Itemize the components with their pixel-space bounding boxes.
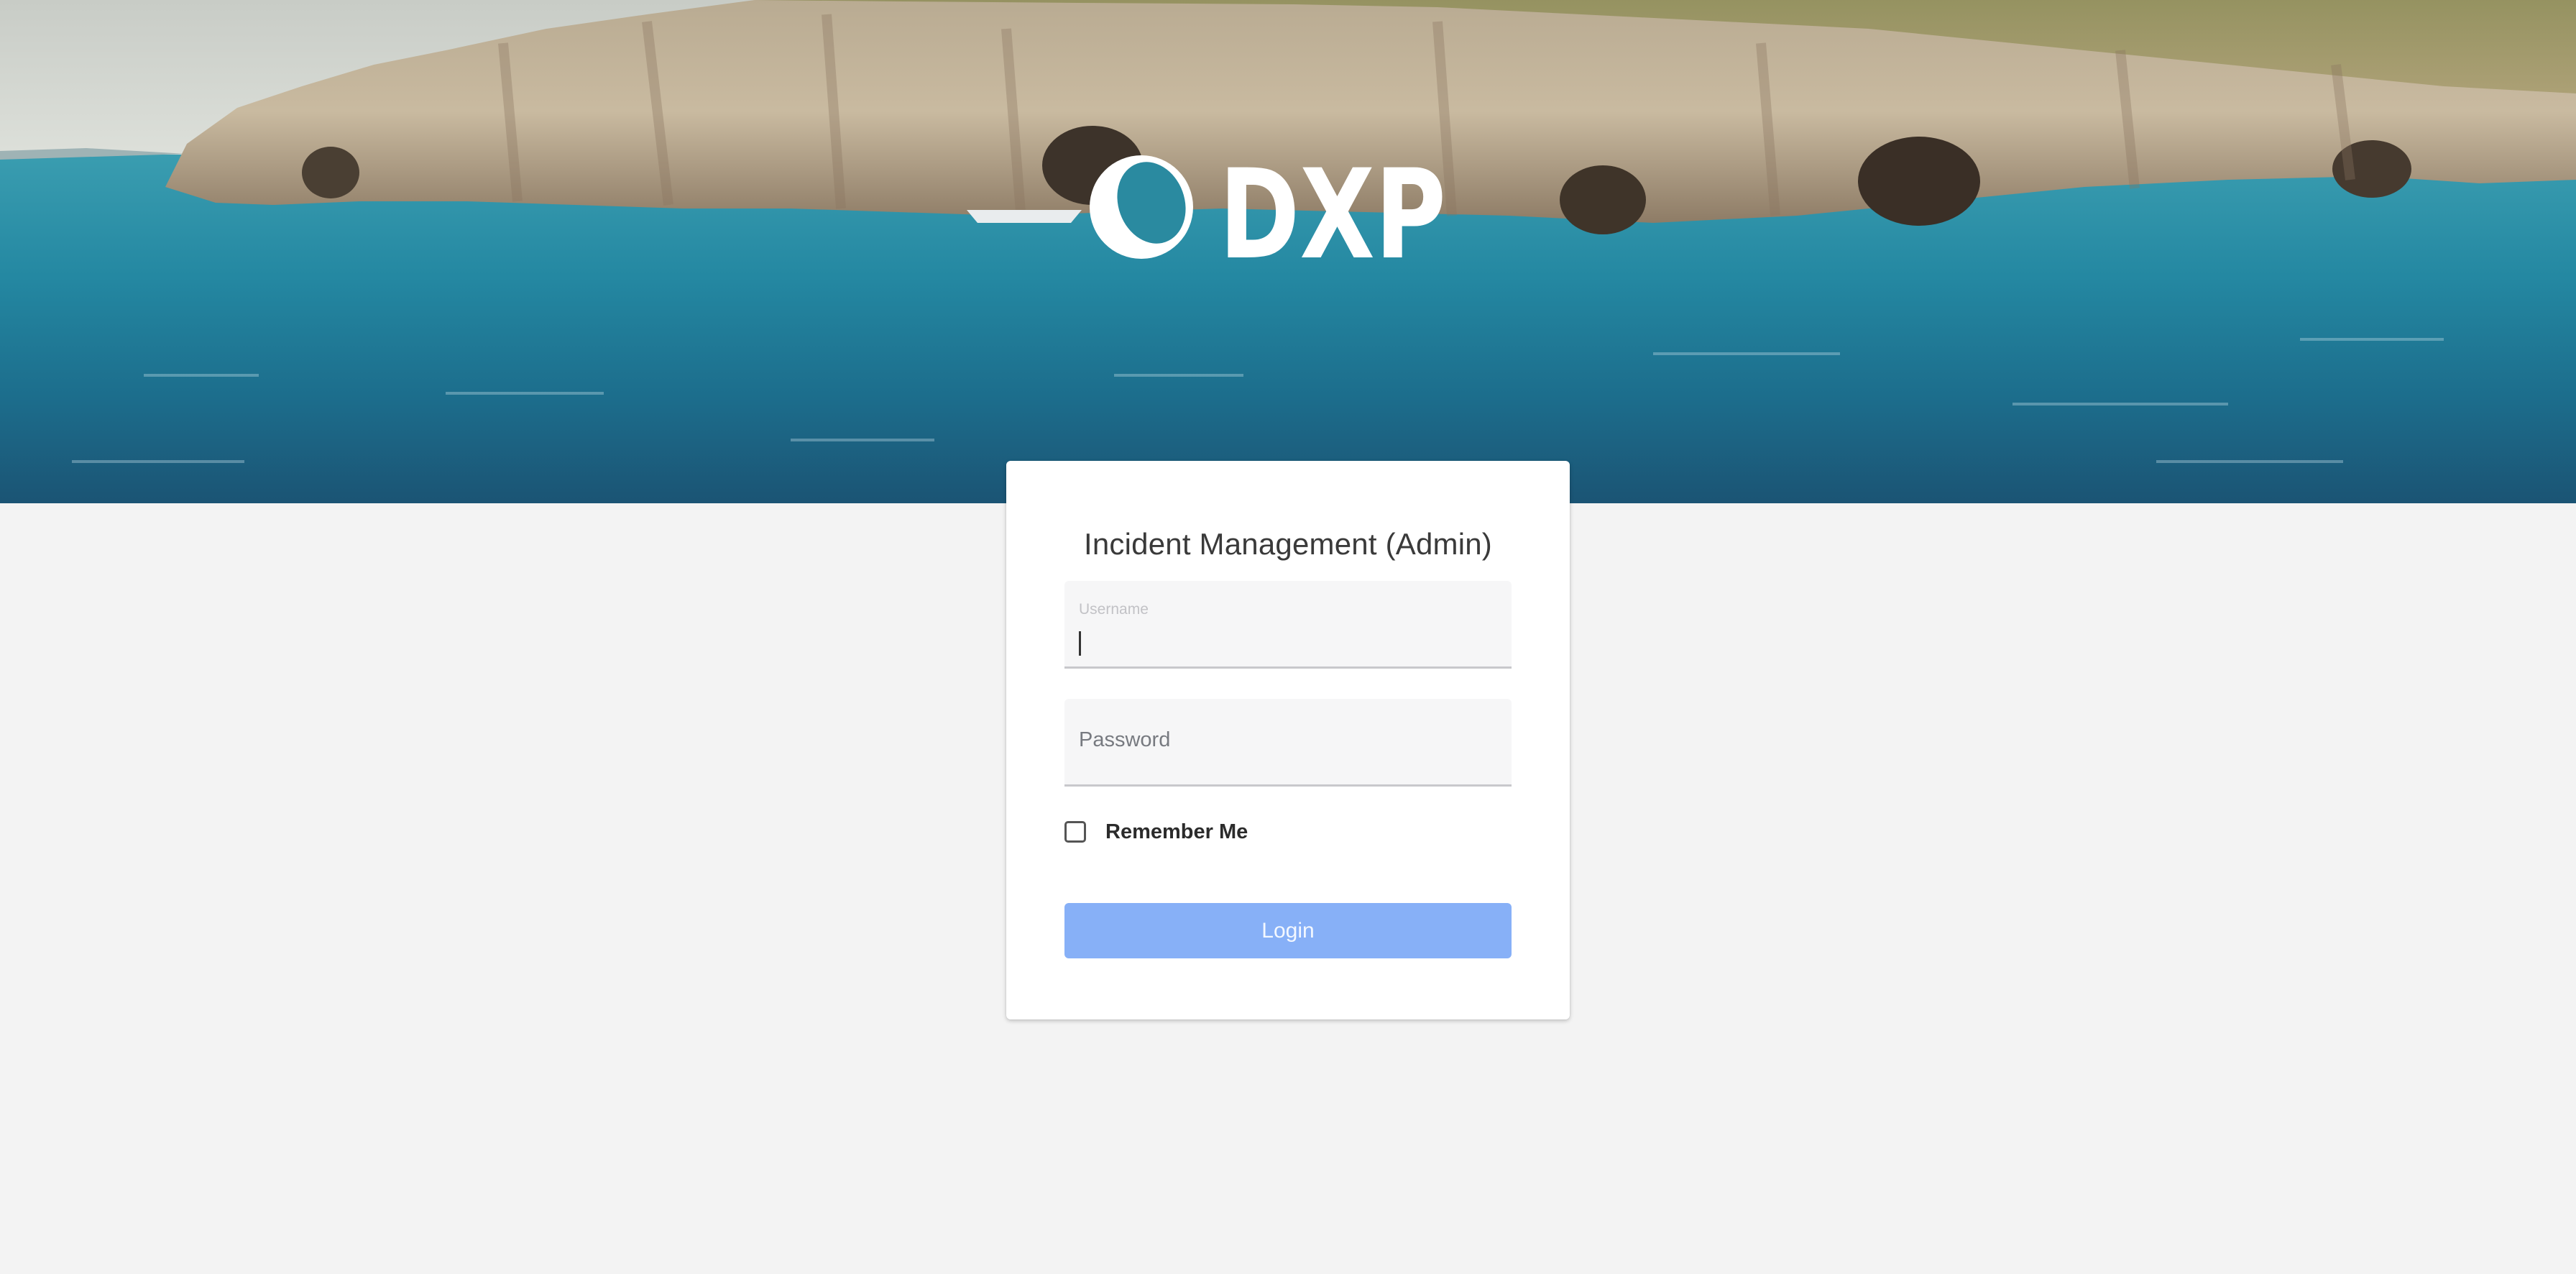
password-placeholder: Password xyxy=(1079,728,1171,751)
login-title: Incident Management (Admin) xyxy=(1083,527,1492,561)
dxp-logo: DXP xyxy=(1090,150,1446,267)
login-page: DXP Incident Management (Admin) Username… xyxy=(0,0,2576,1274)
text-cursor xyxy=(1079,631,1081,656)
login-card: Incident Management (Admin) Username Pas… xyxy=(1006,461,1570,1019)
password-field[interactable]: Password xyxy=(1064,699,1512,787)
remember-me[interactable]: Remember Me xyxy=(1064,817,1248,846)
logo-text: DXP xyxy=(1219,150,1446,267)
login-button[interactable]: Login xyxy=(1064,903,1512,958)
username-label: Username xyxy=(1079,601,1149,618)
remember-me-label[interactable]: Remember Me xyxy=(1105,820,1248,844)
hero-banner: DXP xyxy=(0,0,2576,503)
username-field[interactable]: Username xyxy=(1064,581,1512,669)
remember-me-checkbox[interactable] xyxy=(1064,821,1086,843)
